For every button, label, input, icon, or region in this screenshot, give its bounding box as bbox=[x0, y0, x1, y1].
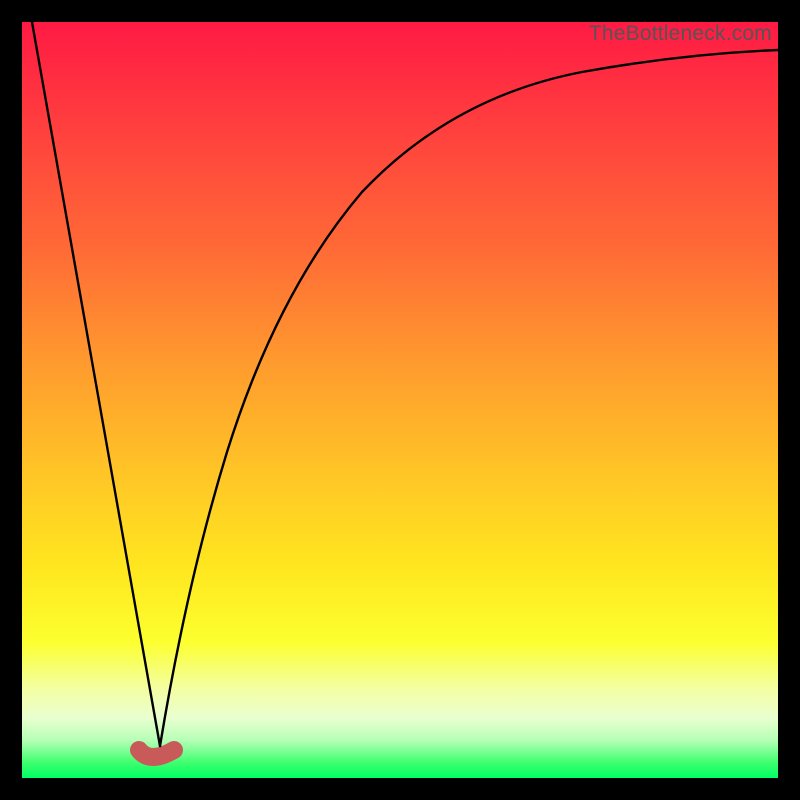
curve-right-branch bbox=[160, 50, 778, 746]
curve-left-branch bbox=[32, 22, 160, 746]
chart-plot-area: TheBottleneck.com bbox=[22, 22, 778, 778]
bottleneck-curve bbox=[22, 22, 778, 778]
site-watermark: TheBottleneck.com bbox=[589, 22, 772, 46]
